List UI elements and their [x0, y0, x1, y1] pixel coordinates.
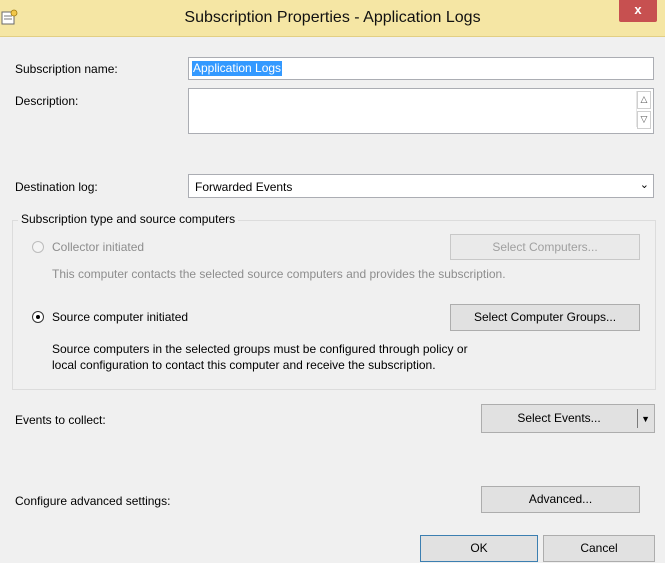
source-description-line1: Source computers in the selected groups … — [52, 342, 468, 356]
source-initiated-label: Source computer initiated — [52, 310, 189, 324]
collector-initiated-radio[interactable] — [32, 241, 44, 253]
destination-log-select[interactable]: Forwarded Events ⌄ — [188, 174, 654, 198]
description-label: Description: — [15, 94, 79, 108]
collector-initiated-label: Collector initiated — [52, 240, 145, 254]
select-events-button[interactable]: Select Events... ▼ — [481, 404, 655, 433]
collector-description: This computer contacts the selected sour… — [52, 267, 506, 281]
subscription-name-value: Application Logs — [192, 61, 283, 76]
events-to-collect-label: Events to collect: — [15, 413, 106, 427]
description-scrollbar[interactable]: △ ▽ — [636, 91, 651, 129]
scroll-up-icon[interactable]: △ — [637, 91, 651, 109]
select-computers-button[interactable]: Select Computers... — [450, 234, 640, 260]
close-button[interactable]: x — [619, 0, 657, 22]
cancel-button[interactable]: Cancel — [543, 535, 655, 562]
title-bar: Subscription Properties - Application Lo… — [0, 0, 665, 37]
advanced-settings-label: Configure advanced settings: — [15, 494, 171, 508]
subscription-name-label: Subscription name: — [15, 62, 118, 76]
description-input[interactable]: △ ▽ — [188, 88, 654, 134]
radio-selected-dot — [36, 315, 40, 319]
advanced-button[interactable]: Advanced... — [481, 486, 640, 513]
destination-log-label: Destination log: — [15, 180, 98, 194]
split-divider — [637, 409, 638, 428]
select-computer-groups-button[interactable]: Select Computer Groups... — [450, 304, 640, 331]
destination-log-value: Forwarded Events — [195, 180, 293, 194]
source-initiated-radio[interactable] — [32, 311, 44, 323]
window-title: Subscription Properties - Application Lo… — [184, 9, 481, 26]
subscription-name-input[interactable]: Application Logs — [188, 57, 654, 80]
dropdown-arrow-icon[interactable]: ▼ — [641, 405, 650, 433]
close-icon: x — [634, 2, 642, 17]
subscription-type-caption: Subscription type and source computers — [18, 212, 239, 226]
ok-button[interactable]: OK — [420, 535, 538, 562]
select-events-label: Select Events... — [517, 411, 601, 425]
source-description-line2: local configuration to contact this comp… — [52, 358, 436, 372]
chevron-down-icon: ⌄ — [639, 179, 649, 191]
scroll-down-icon[interactable]: ▽ — [637, 111, 651, 129]
